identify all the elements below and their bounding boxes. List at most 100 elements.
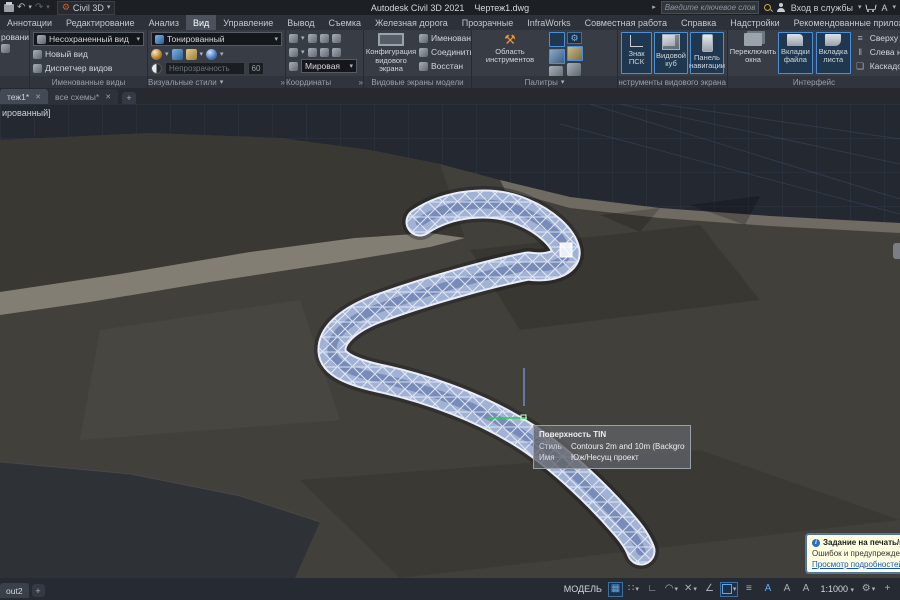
sun-style-icon[interactable] — [151, 48, 162, 60]
ucs-icon-7[interactable] — [319, 47, 329, 57]
ucs-icon-9[interactable] — [289, 61, 298, 71]
coordinates-panel-title[interactable]: Координаты » — [286, 76, 363, 88]
ribbon-tab-manage[interactable]: Управление — [216, 15, 280, 30]
polar-caret-icon[interactable]: ▾ — [675, 586, 679, 593]
isodraft-toggle[interactable]: ✕ ▾ — [682, 582, 699, 597]
cut-icon[interactable] — [1, 44, 10, 53]
isolate-objects-button[interactable]: + — [879, 582, 896, 597]
viewport-config-button[interactable]: Конфигурация видового экрана — [366, 32, 416, 74]
texture-caret-icon[interactable]: ▾ — [200, 51, 204, 58]
ribbon-tab-edit[interactable]: Редактирование — [59, 15, 142, 30]
ribbon-tab-addins[interactable]: Надстройки — [723, 15, 786, 30]
isodraft-caret-icon[interactable]: ▾ — [693, 586, 697, 593]
customization-button[interactable]: ⚙ ▾ — [860, 582, 877, 597]
palettes-panel-title[interactable]: Палитры ▾ — [472, 76, 617, 88]
navigation-bar-collapsed-tab[interactable] — [893, 243, 900, 259]
viewcube-toggle[interactable]: Видовой куб — [654, 32, 688, 74]
ribbon-tab-view[interactable]: Вид — [185, 15, 217, 30]
search-icon[interactable] — [763, 3, 772, 12]
undo-icon[interactable]: ↶ — [17, 2, 25, 13]
cascade-button[interactable]: ❏ Каскадом — [854, 60, 900, 72]
help-search-input[interactable] — [661, 3, 758, 12]
undo-caret-icon[interactable]: ▾ — [28, 4, 32, 11]
ucs-icon-5[interactable] — [289, 47, 298, 57]
ucs-sign-toggle[interactable]: Знак ПСК — [621, 32, 652, 74]
current-view-dropdown[interactable]: Несохраненный вид ▾ — [33, 32, 144, 46]
switch-windows-button[interactable]: Переключить окна — [730, 32, 776, 74]
sign-in-caret-icon[interactable]: ▾ — [858, 4, 862, 11]
new-layout-button[interactable]: + — [31, 584, 45, 597]
opacity-value[interactable]: 60 — [248, 61, 264, 75]
sun-caret-icon[interactable]: ▾ — [165, 51, 169, 58]
ucs-dropdown[interactable]: Мировая ▾ — [301, 59, 357, 73]
ribbon-tab-analyze[interactable]: Анализ — [142, 15, 186, 30]
file-tab-drawing1[interactable]: теж1* ✕ — [0, 89, 49, 104]
file-tab-schemes-close-icon[interactable]: ✕ — [105, 93, 111, 101]
palettes-expand-icon[interactable]: ▾ — [561, 79, 565, 86]
plot-icon[interactable] — [4, 1, 14, 12]
ucs-icon-1[interactable] — [289, 33, 298, 43]
file-tab-drawing1-close-icon[interactable]: ✕ — [35, 93, 41, 101]
restore-viewports-button[interactable]: Восстан — [419, 60, 471, 72]
opacity-field[interactable]: Непрозрачность — [165, 61, 245, 75]
ribbon-tab-annotations[interactable]: Аннотации — [0, 15, 59, 30]
properties-palette-icon[interactable] — [549, 32, 565, 47]
user-icon[interactable] — [777, 3, 786, 12]
new-view-button[interactable]: Новый вид — [33, 48, 144, 60]
toolspace-button[interactable]: ⚒ Область инструментов — [475, 32, 545, 74]
sheetset-palette-icon[interactable] — [549, 66, 563, 76]
ucs-caret-2[interactable]: ▾ — [301, 49, 305, 56]
named-views-panel-title[interactable]: Именованные виды — [30, 76, 147, 88]
viewport-corner-label[interactable]: ированный] — [2, 108, 51, 118]
view-manager-button[interactable]: Диспетчер видов — [33, 62, 144, 74]
named-viewports-button[interactable]: Именованные — [419, 32, 471, 44]
customization-caret-icon[interactable]: ▾ — [872, 586, 876, 593]
visual-styles-panel-title[interactable]: Визуальные стили ▾ » — [148, 76, 285, 88]
sign-in-label[interactable]: Вход в службы — [791, 3, 853, 13]
render-sphere-icon[interactable] — [206, 48, 218, 60]
sphere-caret-icon[interactable]: ▾ — [220, 51, 224, 58]
ribbon-tab-collaborate[interactable]: Совместная работа — [578, 15, 674, 30]
navbar-toggle[interactable]: Панель навигации — [689, 32, 725, 74]
search-expand-icon[interactable]: ▸ — [652, 4, 656, 11]
opacity-icon[interactable] — [151, 62, 162, 74]
ribbon-tab-transparent[interactable]: Прозрачные — [455, 15, 520, 30]
current-scale-dropdown[interactable]: 1:1000 ▾ — [816, 584, 858, 594]
notification-details-link[interactable]: Просмотр подробностей о — [812, 560, 900, 569]
ribbon-tab-rail[interactable]: Железная дорога — [368, 15, 455, 30]
tile-horizontal-button[interactable]: ≡ Сверху вниз — [854, 32, 900, 44]
drawing-canvas[interactable]: ированный] Поверхность TIN Стиль Contour… — [0, 103, 900, 578]
viewport-tools-panel-title[interactable]: Инструменты видового экрана ▾ — [618, 76, 727, 88]
toolbox-palette-icon[interactable] — [567, 46, 583, 61]
ucs-icon-2[interactable] — [307, 33, 317, 43]
survey-palette-icon[interactable] — [549, 49, 565, 64]
grid-display-toggle[interactable]: ▦ — [607, 581, 623, 597]
new-drawing-tab-button[interactable]: + — [122, 92, 137, 104]
ucs-caret-1[interactable]: ▾ — [301, 35, 305, 42]
snap-mode-toggle[interactable]: ∷ ▾ — [625, 582, 642, 597]
ribbon-tab-help[interactable]: Справка — [674, 15, 723, 30]
redo-caret-icon[interactable]: ▾ — [46, 4, 50, 11]
coordinates-launcher-icon[interactable]: » — [359, 78, 363, 87]
ucs-icon-3[interactable] — [319, 33, 329, 43]
ribbon-tab-infraworks[interactable]: InfraWorks — [520, 15, 577, 30]
polar-tracking-toggle[interactable]: ◠ ▾ — [663, 582, 680, 597]
texture-icon[interactable] — [185, 48, 197, 60]
visual-styles-launcher-icon[interactable]: » — [281, 78, 285, 87]
object-snap-toggle[interactable]: ▾ — [719, 581, 739, 597]
ucs-icon-8[interactable] — [331, 47, 341, 57]
annotation-visibility-toggle[interactable]: А — [759, 582, 776, 597]
other-palette-icon[interactable] — [567, 63, 581, 76]
ribbon-tab-featured-apps[interactable]: Рекомендованные приложения — [787, 15, 900, 30]
visual-styles-expand-icon[interactable]: ▾ — [220, 79, 224, 86]
join-viewports-button[interactable]: Соединить — [419, 46, 471, 58]
tile-vertical-button[interactable]: ‖ Слева направо — [854, 46, 900, 58]
settings-palette-icon[interactable]: ⚙ — [567, 32, 582, 44]
autodesk-apps-label[interactable]: А — [881, 3, 887, 13]
ribbon-tab-output[interactable]: Вывод — [280, 15, 321, 30]
lineweight-toggle[interactable]: ≡ — [740, 582, 757, 597]
layout-tab-toggle[interactable]: Вкладка листа — [815, 32, 851, 74]
ucs-icon-6[interactable] — [307, 47, 317, 57]
ortho-toggle[interactable]: ∟ — [644, 582, 661, 597]
file-tabs-toggle[interactable]: Вкладки файла — [778, 32, 813, 74]
